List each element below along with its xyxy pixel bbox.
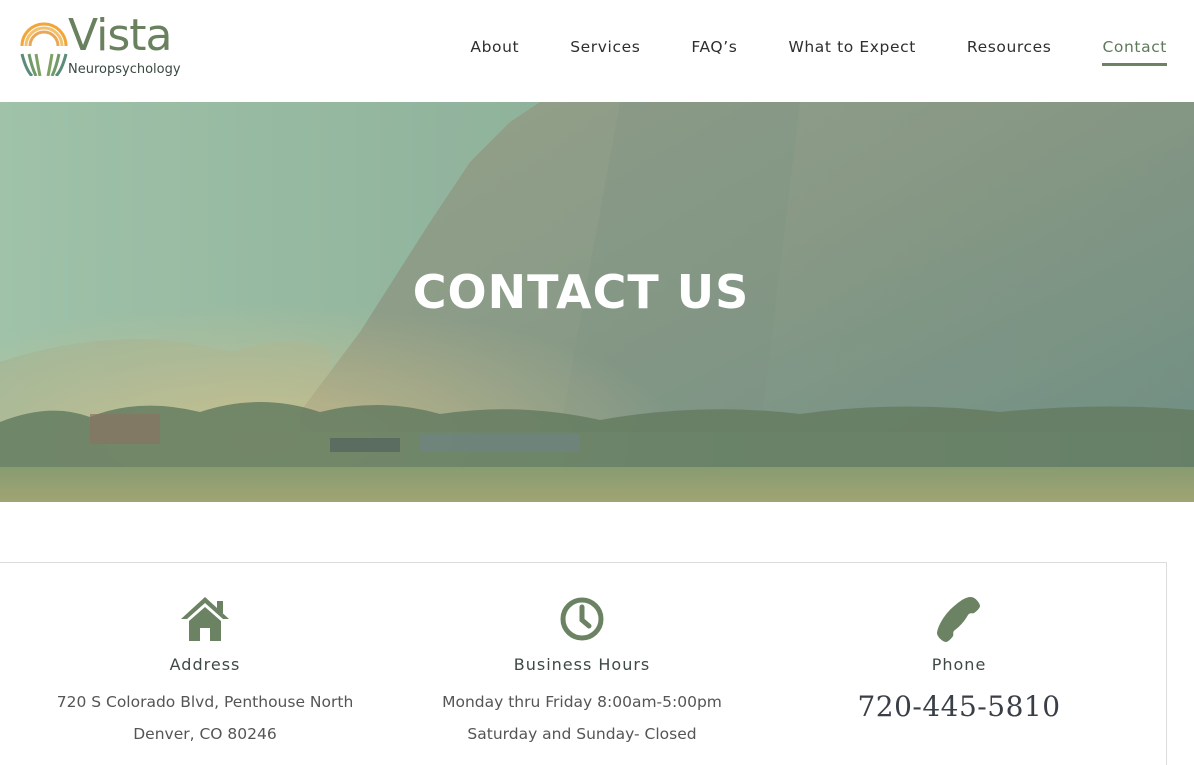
logo-icon: [20, 22, 68, 76]
nav-item-about[interactable]: About: [470, 38, 519, 66]
nav-item-faqs[interactable]: FAQ’s: [691, 38, 737, 66]
home-icon: [181, 597, 229, 641]
phone-heading: Phone: [931, 655, 987, 674]
nav-item-contact[interactable]: Contact: [1102, 38, 1167, 66]
business-hours-heading: Business Hours: [513, 655, 651, 674]
nav-item-services[interactable]: Services: [570, 38, 640, 66]
clock-icon: [560, 597, 604, 641]
nav-item-resources[interactable]: Resources: [967, 38, 1052, 66]
hours-weekend: Saturday and Sunday- Closed: [467, 725, 697, 743]
phone-column: Phone 720-445-5810: [774, 563, 1144, 723]
address-column: Address 720 S Colorado Blvd, Penthouse N…: [20, 563, 390, 750]
phone-icon: [937, 597, 980, 642]
logo[interactable]: Vista Neuropsychology: [18, 14, 188, 80]
hours-weekday: Monday thru Friday 8:00am-5:00pm: [442, 693, 722, 711]
logo-wordmark: Vista: [68, 10, 172, 61]
logo-subtitle: Neuropsychology: [68, 62, 181, 77]
contact-info-panel: Address 720 S Colorado Blvd, Penthouse N…: [0, 562, 1167, 765]
site-header: Vista Neuropsychology About Services FAQ…: [0, 0, 1194, 102]
address-heading: Address: [169, 655, 241, 674]
page-title: CONTACT US: [412, 265, 750, 319]
address-line-1: 720 S Colorado Blvd, Penthouse North: [56, 693, 354, 711]
main-nav: About Services FAQ’s What to Expect Reso…: [419, 38, 1167, 66]
business-hours-column: Business Hours Monday thru Friday 8:00am…: [397, 563, 767, 750]
nav-item-what-to-expect[interactable]: What to Expect: [788, 38, 915, 66]
address-line-2: Denver, CO 80246: [133, 725, 277, 743]
phone-number-link[interactable]: 720-445-5810: [774, 690, 1144, 723]
hero-banner: CONTACT US: [0, 102, 1194, 502]
